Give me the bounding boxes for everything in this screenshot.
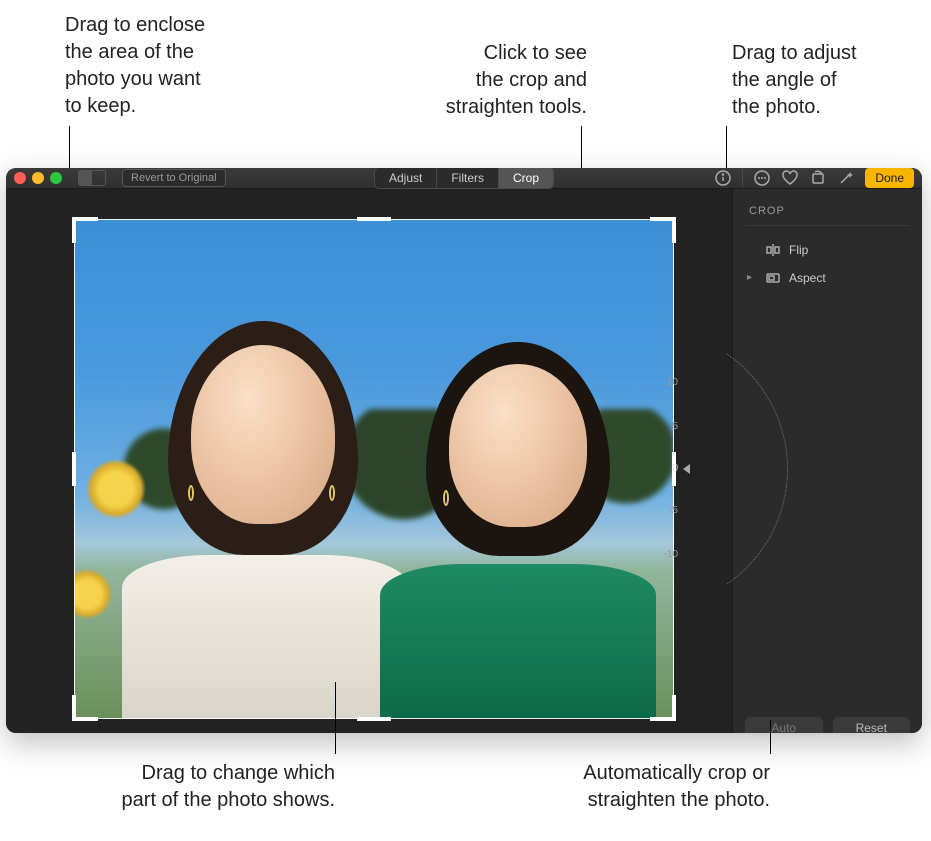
crop-handle-top-right[interactable] xyxy=(650,217,676,243)
disclosure-chevron-icon: ▸ xyxy=(747,272,757,283)
callout-crop-tab: Click to see the crop and straighten too… xyxy=(362,40,587,121)
crop-border[interactable] xyxy=(74,219,674,719)
angle-tick-label: 0 xyxy=(672,463,678,474)
callout-angle-dial: Drag to adjust the angle of the photo. xyxy=(732,40,857,121)
auto-enhance-icon[interactable] xyxy=(837,169,855,187)
crop-handle-top-left[interactable] xyxy=(72,217,98,243)
titlebar: Revert to Original Adjust Filters Crop xyxy=(6,168,922,189)
callout-pan-photo: Drag to change which part of the photo s… xyxy=(45,760,335,814)
thumbnail-toggle[interactable] xyxy=(78,170,106,186)
straighten-angle-dial[interactable]: 10 5 0 -5 -10 xyxy=(628,369,684,569)
tab-crop[interactable]: Crop xyxy=(499,168,553,188)
angle-tick-label: -5 xyxy=(669,505,678,516)
aspect-button[interactable]: ▸ Aspect xyxy=(745,264,910,292)
more-icon[interactable] xyxy=(753,169,771,187)
editor-body: 10 5 0 -5 -10 CROP Flip ▸ xyxy=(6,189,922,733)
photos-edit-window: Revert to Original Adjust Filters Crop xyxy=(6,168,922,733)
info-icon[interactable] xyxy=(714,169,732,187)
window-minimize-button[interactable] xyxy=(32,172,44,184)
flip-label: Flip xyxy=(789,243,808,257)
flip-button[interactable]: Flip xyxy=(745,236,910,264)
window-close-button[interactable] xyxy=(14,172,26,184)
reset-button[interactable]: Reset xyxy=(833,717,911,733)
toolbar-divider xyxy=(742,169,743,187)
crop-handle-bottom-left[interactable] xyxy=(72,695,98,721)
crop-handle-left[interactable] xyxy=(72,452,76,486)
tab-adjust[interactable]: Adjust xyxy=(375,168,437,188)
inspector-title: CROP xyxy=(745,199,910,226)
crop-frame[interactable]: 10 5 0 -5 -10 xyxy=(74,219,674,719)
flip-icon xyxy=(765,242,781,258)
rotate-icon[interactable] xyxy=(809,169,827,187)
window-fullscreen-button[interactable] xyxy=(50,172,62,184)
angle-tick-label: 5 xyxy=(672,421,678,432)
revert-to-original-button[interactable]: Revert to Original xyxy=(122,169,226,187)
leader-line xyxy=(335,682,336,754)
done-button[interactable]: Done xyxy=(865,168,914,188)
angle-dial-pointer[interactable] xyxy=(683,464,690,474)
leader-line xyxy=(770,720,771,754)
aspect-icon xyxy=(765,270,781,286)
angle-tick-label: -10 xyxy=(664,549,678,560)
crop-handle-top[interactable] xyxy=(357,217,391,221)
photo-canvas: 10 5 0 -5 -10 xyxy=(6,189,732,733)
auto-crop-button[interactable]: Auto xyxy=(745,717,823,733)
callout-auto-button: Automatically crop or straighten the pho… xyxy=(520,760,770,814)
aspect-label: Aspect xyxy=(789,271,826,285)
favorite-icon[interactable] xyxy=(781,169,799,187)
crop-handle-bottom-right[interactable] xyxy=(650,695,676,721)
angle-tick-label: 10 xyxy=(667,377,678,388)
callout-crop-handles: Drag to enclose the area of the photo yo… xyxy=(65,12,205,120)
edit-mode-segmented-control: Adjust Filters Crop xyxy=(374,168,554,189)
titlebar-right-group: Done xyxy=(714,168,914,188)
tab-filters[interactable]: Filters xyxy=(437,168,499,188)
crop-handle-bottom[interactable] xyxy=(357,717,391,721)
